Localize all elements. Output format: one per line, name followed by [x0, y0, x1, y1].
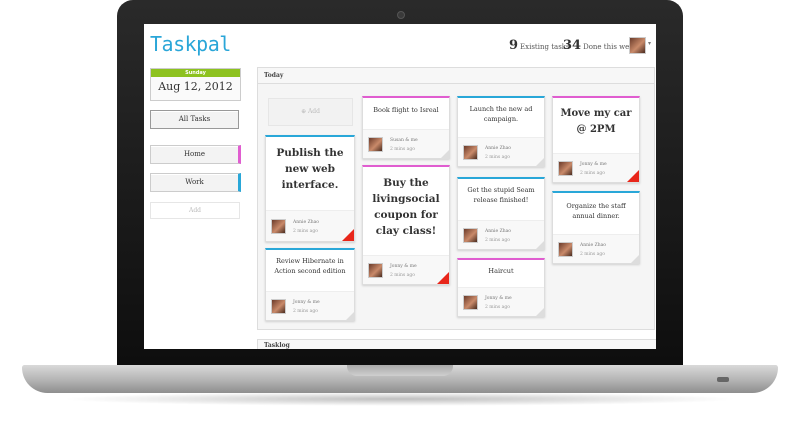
add-list-button[interactable]: Add — [150, 202, 240, 219]
assignee-avatar — [463, 228, 478, 243]
laptop-notch — [347, 365, 453, 376]
task-assignee: Annie Zhao — [293, 220, 319, 225]
task-time: 2 mins ago — [485, 305, 510, 310]
today-title: Today — [258, 68, 654, 84]
chevron-down-icon[interactable]: ▾ — [648, 40, 651, 47]
task-footer: Annie Zhao 2 mins ago — [266, 210, 354, 241]
task-time: 2 mins ago — [485, 155, 510, 160]
card-corner-icon — [346, 312, 354, 320]
task-title: Publish the new web interface. — [276, 147, 344, 191]
task-title: Haircut — [488, 267, 514, 275]
task-time: 2 mins ago — [390, 147, 415, 152]
task-footer: Jonny & me 2 mins ago — [553, 153, 639, 182]
assignee-avatar — [368, 137, 383, 152]
card-corner-icon — [536, 158, 544, 166]
priority-flag-icon[interactable] — [342, 229, 354, 241]
task-card[interactable]: Buy the livingsocial coupon for clay cla… — [362, 165, 450, 285]
task-assignee: Jonny & me — [390, 264, 417, 269]
task-time: 2 mins ago — [580, 252, 605, 257]
assignee-avatar — [271, 299, 286, 314]
add-task-label: Add — [307, 108, 320, 115]
task-footer: Annie Zhao 2 mins ago — [553, 234, 639, 263]
tasklog-panel: Tasklog — [257, 339, 656, 349]
all-tasks-button[interactable]: All Tasks — [150, 110, 239, 129]
app-logo[interactable]: Taskpal — [150, 32, 231, 56]
assignee-avatar — [271, 219, 286, 234]
priority-flag-icon[interactable] — [627, 170, 639, 182]
task-title: Get the stupid Seam release finished! — [467, 186, 535, 204]
assignee-avatar — [558, 242, 573, 257]
task-footer: Jonny & me 2 mins ago — [458, 287, 544, 316]
task-assignee: Annie Zhao — [485, 146, 511, 151]
task-card[interactable]: Launch the new ad campaign. Annie Zhao 2… — [457, 96, 545, 167]
task-assignee: Annie Zhao — [580, 243, 606, 248]
task-time: 2 mins ago — [580, 171, 605, 176]
task-title: Move my car @ 2PM — [560, 108, 632, 135]
existing-tasks-stat[interactable]: 9 Existing tasks — [509, 38, 570, 53]
task-footer: Jonny & me 2 mins ago — [266, 291, 354, 320]
task-card[interactable]: Get the stupid Seam release finished! An… — [457, 177, 545, 250]
task-card[interactable]: Book flight to Isreal Susan & me 2 mins … — [362, 96, 450, 159]
task-assignee: Jonny & me — [580, 162, 607, 167]
task-card[interactable]: Publish the new web interface. Annie Zha… — [265, 135, 355, 242]
day-label: Sunday — [151, 69, 240, 77]
task-card[interactable]: Review Hibernate in Action second editio… — [265, 248, 355, 321]
card-corner-icon — [441, 150, 449, 158]
task-title: Buy the livingsocial coupon for clay cla… — [372, 177, 440, 237]
camera-icon — [397, 11, 405, 19]
date-display: Sunday Aug 12, 2012 — [150, 68, 241, 101]
task-assignee: Annie Zhao — [485, 229, 511, 234]
task-assignee: Jonny & me — [293, 300, 320, 305]
task-footer: Annie Zhao 2 mins ago — [458, 137, 544, 166]
done-count: 34 — [563, 38, 582, 53]
task-time: 2 mins ago — [293, 309, 318, 314]
plus-icon: ⊕ — [301, 108, 308, 115]
user-avatar[interactable] — [629, 37, 646, 54]
task-card[interactable]: Haircut Jonny & me 2 mins ago — [457, 258, 545, 317]
task-time: 2 mins ago — [293, 229, 318, 234]
add-task-button[interactable]: ⊕ Add — [268, 98, 353, 126]
sleep-indicator-icon — [717, 377, 729, 382]
task-card[interactable]: Move my car @ 2PM Jonny & me 2 mins ago — [552, 96, 640, 183]
task-assignee: Jonny & me — [485, 296, 512, 301]
task-footer: Susan & me 2 mins ago — [363, 129, 449, 158]
task-time: 2 mins ago — [485, 238, 510, 243]
priority-flag-icon[interactable] — [437, 272, 449, 284]
assignee-avatar — [558, 161, 573, 176]
assignee-avatar — [463, 145, 478, 160]
task-title: Book flight to Isreal — [373, 106, 439, 114]
list-work-button[interactable]: Work — [150, 173, 241, 192]
assignee-avatar — [368, 263, 383, 278]
task-title: Organize the staff annual dinner. — [566, 202, 626, 220]
list-home-button[interactable]: Home — [150, 145, 241, 164]
task-footer: Annie Zhao 2 mins ago — [458, 220, 544, 249]
task-title: Review Hibernate in Action second editio… — [274, 257, 346, 275]
task-time: 2 mins ago — [390, 273, 415, 278]
card-corner-icon — [631, 255, 639, 263]
done-this-week-stat[interactable]: 34 Done this week — [563, 38, 638, 53]
task-card[interactable]: Organize the staff annual dinner. Annie … — [552, 191, 640, 264]
card-corner-icon — [536, 241, 544, 249]
laptop-shadow — [60, 392, 740, 406]
today-panel: Today ⊕ Add Publish the new web interfac… — [257, 67, 655, 330]
assignee-avatar — [463, 295, 478, 310]
card-corner-icon — [536, 308, 544, 316]
task-assignee: Susan & me — [390, 138, 418, 143]
task-title: Launch the new ad campaign. — [469, 105, 533, 123]
existing-tasks-count: 9 — [509, 38, 519, 53]
task-footer: Jonny & me 2 mins ago — [363, 255, 449, 284]
tasklog-title: Tasklog — [264, 342, 290, 349]
app-screen: Taskpal 9 Existing tasks 34 Done this week… — [144, 24, 656, 349]
date-label: Aug 12, 2012 — [158, 80, 233, 93]
